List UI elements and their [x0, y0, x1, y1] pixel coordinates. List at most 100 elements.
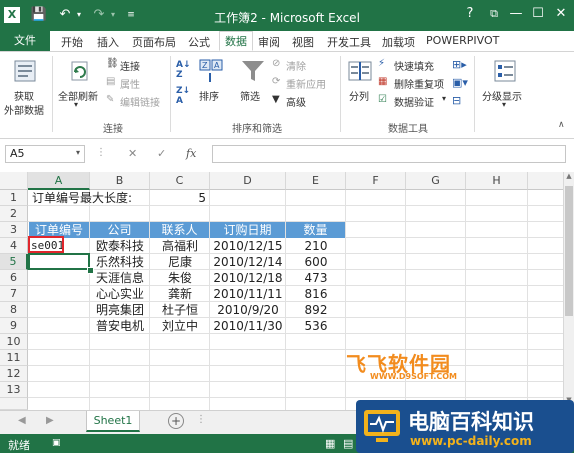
cell-contact[interactable]: 龚新	[150, 286, 210, 302]
close-button[interactable]: ✕	[551, 4, 571, 24]
cell-quantity[interactable]: 536	[286, 318, 346, 334]
row-header[interactable]: 3	[0, 222, 28, 238]
vertical-scrollbar[interactable]: ▲ ▼	[563, 172, 574, 410]
column-header-h[interactable]: H	[466, 172, 528, 190]
consolidate-icon[interactable]: ⊞▸	[452, 58, 467, 71]
row-header[interactable]: 7	[0, 286, 28, 302]
insert-function-icon[interactable]: fx	[186, 147, 196, 160]
cell-contact[interactable]: 杜子恒	[150, 302, 210, 318]
text-to-columns-button[interactable]: 分列	[344, 56, 376, 116]
tab-home[interactable]: 开始	[61, 34, 83, 50]
row-header[interactable]: 13	[0, 382, 28, 398]
row-header[interactable]: 10	[0, 334, 28, 350]
cell-quantity[interactable]: 892	[286, 302, 346, 318]
help-button[interactable]: ?	[460, 4, 480, 24]
tab-file[interactable]: 文件	[0, 31, 50, 51]
table-header-contact[interactable]: 联系人	[150, 222, 209, 238]
name-box-dropdown-icon[interactable]: ▾	[76, 148, 80, 157]
tab-view[interactable]: 视图	[292, 34, 314, 50]
select-all-corner[interactable]	[0, 172, 28, 190]
tab-insert[interactable]: 插入	[97, 34, 119, 50]
next-sheet-icon[interactable]: ▶	[46, 415, 54, 426]
cell-company[interactable]: 天涯信息	[96, 270, 144, 286]
cell-c1[interactable]: 5	[150, 190, 206, 206]
filter-button[interactable]: 筛选	[236, 56, 270, 116]
sort-desc-icon[interactable]: Z↓ A	[176, 86, 190, 106]
cell-contact[interactable]: 尼康	[150, 254, 210, 270]
row-header[interactable]: 1	[0, 190, 28, 206]
row-header[interactable]: 2	[0, 206, 28, 222]
maximize-button[interactable]: ☐	[528, 4, 548, 24]
row-header[interactable]: 6	[0, 270, 28, 286]
tab-formulas[interactable]: 公式	[188, 34, 210, 50]
cell-company[interactable]: 乐然科技	[96, 254, 144, 270]
cell-company[interactable]: 明亮集团	[96, 302, 144, 318]
cell-date[interactable]: 2010/12/18	[210, 270, 286, 286]
name-box[interactable]: A5	[5, 145, 85, 163]
tab-data[interactable]: 数据	[219, 31, 253, 51]
minimize-button[interactable]: —	[506, 4, 526, 24]
cell-contact[interactable]: 高福利	[150, 238, 210, 254]
cell-date[interactable]: 2010/12/15	[210, 238, 286, 254]
column-header-c[interactable]: C	[150, 172, 210, 190]
tab-developer[interactable]: 开发工具	[327, 34, 371, 50]
page-layout-view-icon[interactable]: ▤	[343, 437, 353, 450]
sheet-tab-sheet1[interactable]: Sheet1	[86, 411, 140, 432]
collapse-ribbon-icon[interactable]: ∧	[558, 120, 565, 130]
normal-view-icon[interactable]: ▦	[325, 437, 335, 450]
worksheet-grid[interactable]: A B C D E F G H 1 2 3 4 5 6 7 8 9 10 11 …	[0, 172, 563, 410]
formula-input[interactable]	[212, 145, 566, 163]
relationships-icon[interactable]: ⊟	[452, 94, 461, 107]
ribbon-display-options-button[interactable]: ⧉	[484, 4, 504, 24]
cell-contact[interactable]: 朱俊	[150, 270, 210, 286]
column-header-a[interactable]: A	[28, 172, 90, 190]
column-header-g[interactable]: G	[406, 172, 466, 190]
table-header-order-date[interactable]: 订购日期	[210, 222, 285, 238]
table-header-quantity[interactable]: 数量	[286, 222, 345, 238]
row-header[interactable]: 11	[0, 350, 28, 366]
row-header[interactable]: 9	[0, 318, 28, 334]
active-cell-a5[interactable]	[28, 253, 90, 270]
tab-powerpivot[interactable]: POWERPIVOT	[426, 34, 499, 47]
row-header[interactable]: 12	[0, 366, 28, 382]
column-header-partial[interactable]	[528, 172, 563, 190]
row-header[interactable]: 8	[0, 302, 28, 318]
sort-button[interactable]: ZA 排序	[196, 56, 226, 116]
what-if-icon[interactable]: ▣▾	[452, 76, 468, 89]
cell-quantity[interactable]: 600	[286, 254, 346, 270]
table-header-company[interactable]: 公司	[90, 222, 149, 238]
cell-date[interactable]: 2010/12/14	[210, 254, 286, 270]
cell-company[interactable]: 心心实业	[96, 286, 144, 302]
tab-split-icon[interactable]: ⋮	[196, 414, 206, 425]
cell-date[interactable]: 2010/9/20	[210, 302, 286, 318]
cell-quantity[interactable]: 816	[286, 286, 346, 302]
scroll-up-icon[interactable]: ▲	[564, 172, 574, 184]
cell-quantity[interactable]: 210	[286, 238, 346, 254]
add-sheet-button[interactable]: +	[168, 413, 184, 429]
enter-icon[interactable]: ✓	[157, 147, 166, 160]
row-header[interactable]	[0, 398, 28, 410]
tab-addins[interactable]: 加载项	[382, 34, 415, 50]
column-header-b[interactable]: B	[90, 172, 150, 190]
cell-company[interactable]: 欧泰科技	[96, 238, 144, 254]
sort-asc-icon[interactable]: A↓ Z	[176, 60, 191, 80]
tab-page-layout[interactable]: 页面布局	[132, 34, 176, 50]
cell-quantity[interactable]: 473	[286, 270, 346, 286]
cell-contact[interactable]: 刘立中	[150, 318, 210, 334]
column-header-e[interactable]: E	[286, 172, 346, 190]
tab-review[interactable]: 审阅	[258, 34, 280, 50]
outline-button[interactable]: 分级显示 ▾	[480, 56, 530, 116]
column-header-d[interactable]: D	[210, 172, 286, 190]
prev-sheet-icon[interactable]: ◀	[18, 415, 26, 426]
cell-a1[interactable]: 订单编号最大长度:	[32, 190, 132, 206]
cell-company[interactable]: 普安电机	[96, 318, 144, 334]
scroll-thumb[interactable]	[565, 186, 573, 316]
macro-record-icon[interactable]: ▣	[52, 438, 61, 448]
fill-handle[interactable]	[87, 267, 94, 274]
cancel-icon[interactable]: ✕	[128, 147, 137, 160]
cell-date[interactable]: 2010/11/30	[210, 318, 286, 334]
get-external-data-button[interactable]: 获取 外部数据	[4, 56, 48, 117]
column-header-f[interactable]: F	[346, 172, 406, 190]
refresh-all-button[interactable]: 全部刷新 ▾	[56, 56, 102, 116]
row-header[interactable]: 5	[0, 254, 28, 270]
